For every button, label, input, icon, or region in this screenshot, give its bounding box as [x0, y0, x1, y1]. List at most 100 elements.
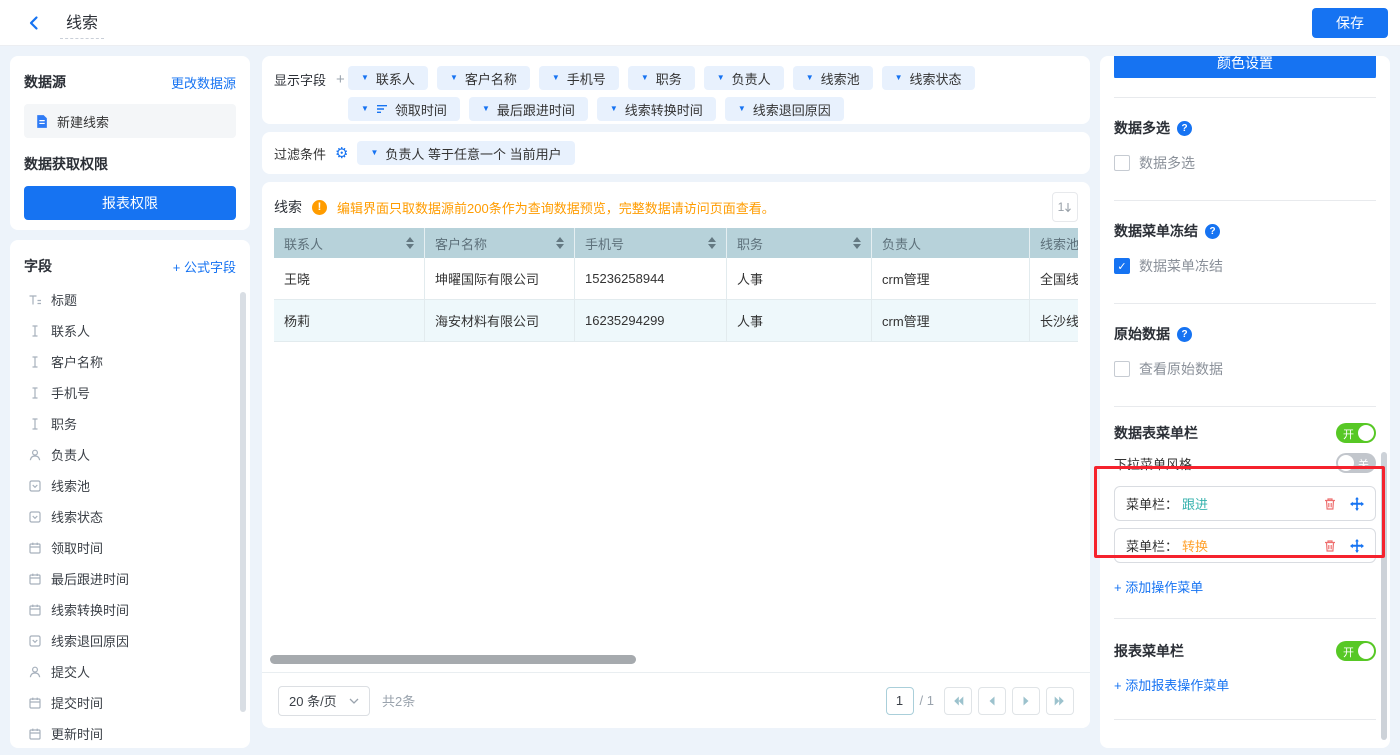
save-button[interactable]: 保存 — [1312, 8, 1388, 38]
display-field-chip-label: 线索转换时间 — [625, 100, 703, 119]
table-cell: crm管理 — [872, 300, 1030, 342]
display-field-chip-label: 联系人 — [376, 69, 415, 88]
report-permission-button[interactable]: 报表权限 — [24, 186, 236, 220]
field-item[interactable]: 更新时间 — [24, 718, 236, 749]
display-field-chip[interactable]: ▼ 领取时间 — [348, 97, 460, 121]
field-item[interactable]: 提交人 — [24, 656, 236, 687]
display-field-chip[interactable]: ▼ 线索转换时间 — [597, 97, 716, 121]
delete-menu-item-button[interactable] — [1323, 539, 1337, 553]
drag-menu-item-handle[interactable] — [1350, 539, 1364, 553]
filter-condition-text: 负责人 等于任意一个 当前用户 — [385, 144, 561, 163]
field-item[interactable]: 负责人 — [24, 439, 236, 470]
sort-arrows-icon[interactable] — [708, 237, 716, 249]
display-field-chip[interactable]: ▼ 职务 — [628, 66, 695, 90]
settings-scrollbar[interactable] — [1381, 452, 1387, 740]
add-report-action-menu-link[interactable]: + 添加报表操作菜单 — [1114, 678, 1229, 693]
display-field-chip-label: 客户名称 — [465, 69, 517, 88]
help-icon[interactable]: ? — [1205, 224, 1220, 239]
sort-arrows-icon[interactable] — [853, 237, 861, 249]
table-cell: 王晓 — [274, 258, 425, 300]
prev-page-button[interactable] — [978, 687, 1006, 715]
chevron-down-icon: ▼ — [450, 74, 458, 82]
chevron-down-icon: ▼ — [895, 74, 903, 82]
add-action-menu-link[interactable]: + 添加操作菜单 — [1114, 580, 1203, 595]
toggle-knob — [1358, 425, 1374, 441]
display-field-chip[interactable]: ▼ 线索状态 — [882, 66, 975, 90]
table-menu-toggle[interactable]: 开 — [1336, 423, 1376, 443]
arrow-down-icon — [1064, 202, 1072, 213]
drag-menu-item-handle[interactable] — [1350, 497, 1364, 511]
column-header[interactable]: 手机号 — [575, 228, 727, 258]
table-cell: 15236258944 — [575, 258, 727, 300]
back-button[interactable] — [26, 15, 42, 31]
column-header[interactable]: 负责人 — [872, 228, 1030, 258]
menu-freeze-checkbox[interactable]: ✓ — [1114, 258, 1130, 274]
column-header[interactable]: 联系人 — [274, 228, 425, 258]
person-icon — [28, 665, 42, 679]
field-item[interactable]: 提交时间 — [24, 687, 236, 718]
column-header-label: 线索池 — [1040, 234, 1078, 253]
chevron-left-icon — [987, 695, 997, 707]
field-item[interactable]: 客户名称 — [24, 346, 236, 377]
raw-data-checkbox[interactable] — [1114, 361, 1130, 377]
display-field-chip[interactable]: ▼ 联系人 — [348, 66, 428, 90]
field-item[interactable]: 职务 — [24, 408, 236, 439]
display-field-chip[interactable]: ▼ 客户名称 — [437, 66, 530, 90]
field-item[interactable]: 线索退回原因 — [24, 625, 236, 656]
add-display-field-button[interactable]: + — [336, 71, 345, 88]
menu-item-row[interactable]: 菜单栏： 转换 — [1114, 528, 1376, 563]
column-header-label: 联系人 — [284, 234, 323, 253]
menu-item-row[interactable]: 菜单栏： 跟进 — [1114, 486, 1376, 521]
field-item[interactable]: 线索池 — [24, 470, 236, 501]
multi-select-checkbox[interactable] — [1114, 155, 1130, 171]
field-item[interactable]: 最后跟进时间 — [24, 563, 236, 594]
change-datasource-link[interactable]: 更改数据源 — [171, 73, 236, 92]
delete-menu-item-button[interactable] — [1323, 497, 1337, 511]
page-title: 线索 — [60, 7, 104, 39]
raw-data-title: 原始数据 — [1114, 324, 1170, 344]
table-row[interactable]: 王晓坤曜国际有限公司15236258944人事crm管理全国线索 — [274, 258, 1078, 300]
display-field-chip[interactable]: ▼ 手机号 — [539, 66, 619, 90]
field-item[interactable]: 联系人 — [24, 315, 236, 346]
column-header[interactable]: 客户名称 — [425, 228, 575, 258]
filter-condition-chip[interactable]: ▼ 负责人 等于任意一个 当前用户 — [357, 141, 574, 165]
calendar-icon — [28, 572, 42, 586]
next-page-button[interactable] — [1012, 687, 1040, 715]
report-menu-title: 报表菜单栏 — [1114, 641, 1184, 661]
horizontal-scrollbar[interactable] — [270, 655, 636, 664]
display-field-chip[interactable]: ▼ 最后跟进时间 — [469, 97, 588, 121]
field-item-label: 线索池 — [51, 476, 90, 495]
dropdown-style-toggle[interactable]: 关 — [1336, 453, 1376, 473]
help-icon[interactable]: ? — [1177, 121, 1192, 136]
field-item[interactable]: 手机号 — [24, 377, 236, 408]
table-row[interactable]: 杨莉海安材料有限公司16235294299人事crm管理长沙线索 — [274, 300, 1078, 342]
display-field-chip-label: 线索池 — [821, 69, 860, 88]
report-menu-toggle[interactable]: 开 — [1336, 641, 1376, 661]
display-field-chip[interactable]: ▼ 线索退回原因 — [725, 97, 844, 121]
display-fields-label: 显示字段 — [274, 70, 326, 89]
field-item[interactable]: 线索转换时间 — [24, 594, 236, 625]
sort-order-button[interactable]: 1 — [1052, 192, 1078, 222]
color-settings-button[interactable]: 颜色设置 — [1114, 56, 1376, 78]
display-field-chip-label: 线索退回原因 — [753, 100, 831, 119]
gear-icon[interactable]: ⚙ — [335, 146, 348, 161]
page-size-select[interactable]: 20 条/页 — [278, 686, 370, 716]
divider — [1114, 719, 1376, 720]
fields-scrollbar[interactable] — [240, 292, 246, 712]
help-icon[interactable]: ? — [1177, 327, 1192, 342]
add-formula-field-link[interactable]: + 公式字段 — [173, 257, 236, 276]
column-header[interactable]: 线索池 — [1030, 228, 1078, 258]
sort-arrows-icon[interactable] — [406, 237, 414, 249]
field-item[interactable]: 线索状态 — [24, 501, 236, 532]
datasource-item[interactable]: 新建线索 — [24, 104, 236, 138]
display-field-chip[interactable]: ▼ 线索池 — [793, 66, 873, 90]
last-page-button[interactable] — [1046, 687, 1074, 715]
settings-panel: 颜色设置 数据多选 ? 数据多选 数据菜单冻结 ? ✓ 数据菜单冻结 原始数据 … — [1100, 56, 1390, 748]
display-field-chip[interactable]: ▼ 负责人 — [704, 66, 784, 90]
sort-arrows-icon[interactable] — [556, 237, 564, 249]
field-item[interactable]: 领取时间 — [24, 532, 236, 563]
first-page-button[interactable] — [944, 687, 972, 715]
column-header[interactable]: 职务 — [727, 228, 872, 258]
current-page-box[interactable]: 1 — [886, 687, 914, 715]
field-item[interactable]: 标题 — [24, 284, 236, 315]
